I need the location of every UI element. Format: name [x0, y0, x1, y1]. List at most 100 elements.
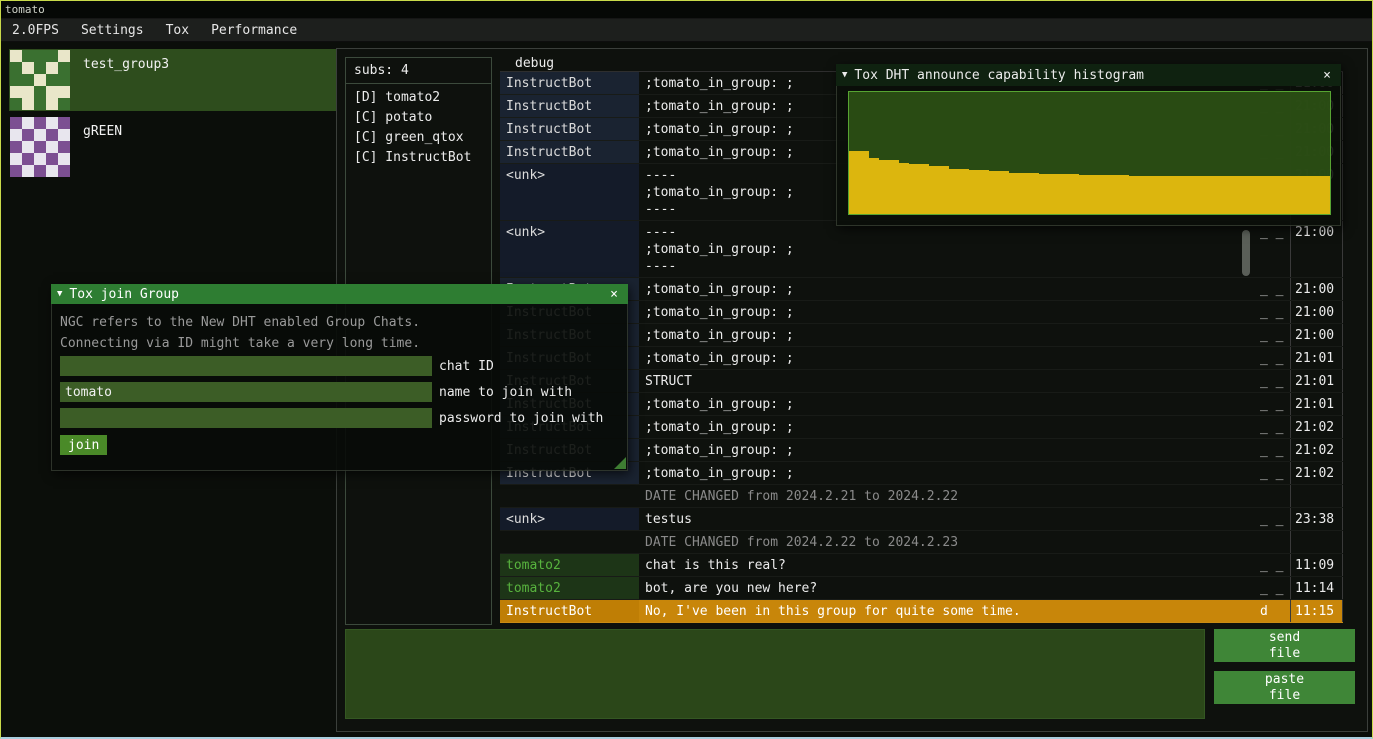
chat-message-row[interactable]: tomato2chat is this real?_ _11:09 [500, 554, 1343, 577]
join-password-input[interactable] [60, 408, 432, 428]
histogram-bar [1029, 173, 1039, 214]
contact-item-test_group3[interactable]: test_group3 [9, 49, 336, 111]
histogram-bar [1149, 176, 1159, 214]
message-flags [1254, 531, 1290, 553]
message-time: 21:00 [1290, 301, 1343, 323]
message-time: 21:01 [1290, 370, 1343, 392]
system-text: DATE CHANGED from 2024.2.22 to 2024.2.23 [639, 531, 1254, 553]
menu-settings[interactable]: Settings [70, 19, 155, 42]
message-text: ;tomato_in_group: ; [639, 416, 1254, 438]
message-flags: _ _ [1254, 370, 1290, 392]
window-title: tomato [5, 3, 45, 16]
chat-message-row[interactable]: <unk>testus_ _23:38 [500, 508, 1343, 531]
sender-name: InstructBot [500, 141, 639, 163]
menu-performance[interactable]: Performance [200, 19, 308, 42]
histogram-bar [919, 164, 929, 214]
histogram-bar [1099, 175, 1109, 214]
chat-system-row[interactable]: DATE CHANGED from 2024.2.22 to 2024.2.23 [500, 531, 1343, 554]
message-text: ;tomato_in_group: ; [639, 393, 1254, 415]
histogram-bar [1200, 176, 1210, 214]
histogram-bar [879, 160, 889, 214]
sender-name: InstructBot [500, 118, 639, 140]
message-flags: _ _ [1254, 416, 1290, 438]
member-item[interactable]: [C] InstructBot [346, 148, 491, 168]
histogram-bar [1180, 176, 1190, 214]
histogram-bar [979, 170, 989, 214]
join-button[interactable]: join [60, 435, 107, 455]
histogram-bar [859, 151, 869, 214]
tab-debug[interactable]: debug [515, 56, 554, 71]
histogram-bar [1089, 175, 1099, 214]
message-flags: _ _ [1254, 462, 1290, 484]
histogram-bar [1170, 176, 1180, 214]
histogram-bar [1159, 176, 1169, 214]
avatar [10, 50, 70, 110]
send-file-button[interactable]: send file [1214, 629, 1355, 662]
histogram-bar [949, 169, 959, 214]
histogram-bar [1320, 176, 1330, 214]
paste-file-button[interactable]: paste file [1214, 671, 1355, 704]
contact-name: gREEN [71, 116, 122, 139]
chat-message-row[interactable]: tomato2bot, are you new here?_ _11:14 [500, 577, 1343, 600]
message-text: ;tomato_in_group: ; [639, 439, 1254, 461]
histogram-bar [1300, 176, 1310, 214]
dht-histogram-window: ▼ Tox DHT announce capability histogram … [836, 64, 1341, 226]
message-time: 21:00 [1290, 221, 1343, 277]
message-time: 21:01 [1290, 393, 1343, 415]
message-flags: _ _ [1254, 508, 1290, 530]
member-item[interactable]: [C] green_qtox [346, 128, 491, 148]
histogram-bar [959, 169, 969, 214]
collapse-arrow-icon[interactable]: ▼ [57, 289, 62, 299]
message-time: 21:00 [1290, 278, 1343, 300]
message-text: testus [639, 508, 1254, 530]
message-time: 21:00 [1290, 324, 1343, 346]
histogram-bar [1049, 174, 1059, 214]
histogram-bar [1109, 175, 1119, 214]
sender-name: tomato2 [500, 554, 639, 576]
close-icon[interactable]: × [1319, 68, 1335, 83]
histogram-titlebar[interactable]: ▼ Tox DHT announce capability histogram … [836, 64, 1341, 86]
histogram-bar [889, 160, 899, 214]
histogram-bar [989, 171, 999, 214]
message-time: 11:14 [1290, 577, 1343, 599]
close-icon[interactable]: × [606, 287, 622, 302]
menu-tox[interactable]: Tox [155, 19, 200, 42]
message-flags: _ _ [1254, 347, 1290, 369]
histogram-bar [1250, 176, 1260, 214]
app-window: tomato 2.0FPS Settings Tox Performance t… [0, 0, 1373, 739]
message-text: ;tomato_in_group: ; [639, 301, 1254, 323]
histogram-bar [1190, 176, 1200, 214]
fps-counter: 2.0FPS [1, 19, 70, 42]
sender-name: tomato2 [500, 577, 639, 599]
join-title: Tox join Group [69, 287, 599, 302]
resize-grip[interactable] [614, 457, 626, 469]
histogram-bar [1290, 176, 1300, 214]
message-time: 11:15 [1290, 600, 1343, 622]
chat-scrollbar[interactable] [1242, 230, 1250, 276]
join-titlebar[interactable]: ▼ Tox join Group × [51, 284, 628, 304]
message-flags [1254, 485, 1290, 507]
message-flags: _ _ [1254, 301, 1290, 323]
chat-message-row[interactable]: InstructBotNo, I've been in this group f… [500, 600, 1343, 623]
member-item[interactable]: [D] tomato2 [346, 88, 491, 108]
join-info-1: NGC refers to the New DHT enabled Group … [60, 312, 619, 333]
chat-id-input[interactable] [60, 356, 432, 376]
histogram-bar [929, 166, 939, 214]
message-text: chat is this real? [639, 554, 1254, 576]
titlebar[interactable]: tomato [1, 1, 1372, 19]
members-count: subs: 4 [346, 63, 491, 83]
message-time: 23:38 [1290, 508, 1343, 530]
collapse-arrow-icon[interactable]: ▼ [842, 70, 847, 80]
join-name-input[interactable] [60, 382, 432, 402]
message-input[interactable] [345, 629, 1205, 719]
message-time: 21:02 [1290, 462, 1343, 484]
member-item[interactable]: [C] potato [346, 108, 491, 128]
histogram-bar [899, 163, 909, 214]
chat-message-row[interactable]: <unk>---- ;tomato_in_group: ; ----_ _21:… [500, 221, 1343, 278]
histogram-bar [999, 171, 1009, 214]
message-text: bot, are you new here? [639, 577, 1254, 599]
chat-system-row[interactable]: DATE CHANGED from 2024.2.21 to 2024.2.22 [500, 485, 1343, 508]
message-time: 21:02 [1290, 416, 1343, 438]
contact-item-gREEN[interactable]: gREEN [9, 116, 336, 178]
message-flags: _ _ [1254, 393, 1290, 415]
